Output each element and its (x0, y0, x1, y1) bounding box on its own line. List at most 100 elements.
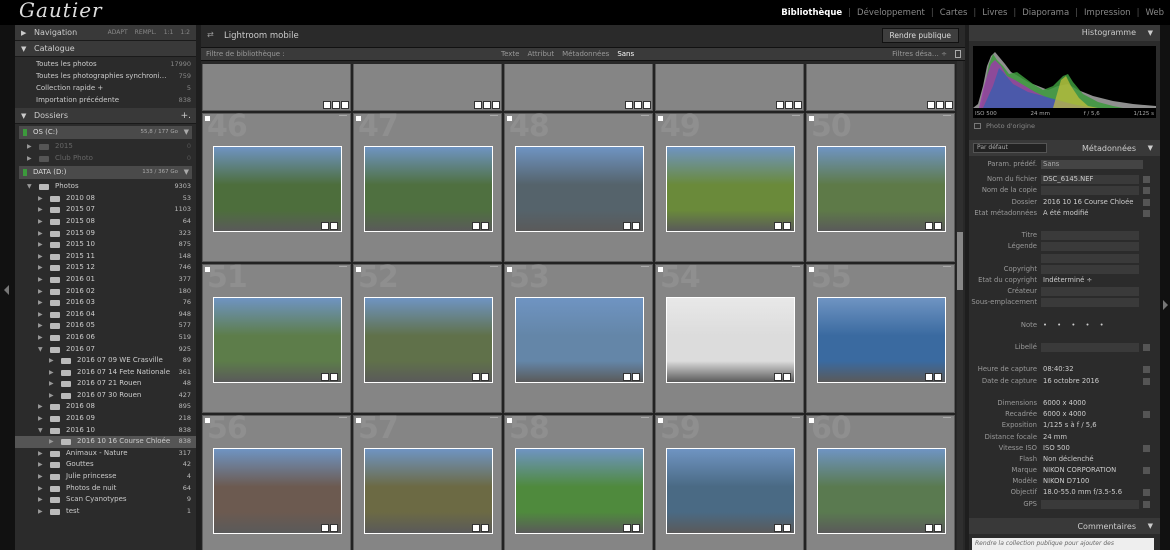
chevron-down-icon[interactable]: ▼ (27, 181, 32, 193)
thumbnail-cell[interactable]: 47 (353, 109, 502, 262)
folder-item[interactable]: ▼ Photos 9303 (15, 181, 196, 193)
right-edge-toggle[interactable] (1160, 25, 1170, 550)
module-tab[interactable]: Développement (857, 8, 925, 18)
photo-thumbnail[interactable] (817, 146, 946, 232)
chevron-right-icon[interactable]: ▶ (38, 448, 43, 460)
field-input[interactable] (1041, 253, 1139, 263)
chevron-right-icon[interactable]: ▶ (49, 436, 54, 448)
chevron-right-icon[interactable]: ▶ (38, 320, 43, 332)
chevron-right-icon[interactable]: ▶ (38, 459, 43, 471)
folder-item[interactable]: ▶ 2015 10 875 (15, 239, 196, 251)
thumbnail-cell[interactable] (504, 64, 653, 111)
rotate-icon[interactable] (792, 115, 800, 119)
flag-checkbox[interactable] (205, 267, 210, 272)
rotate-icon[interactable] (339, 266, 347, 270)
lock-icon[interactable] (955, 50, 961, 58)
field-input[interactable] (1041, 242, 1139, 252)
left-edge-toggle[interactable] (0, 25, 15, 550)
thumbnail-cell[interactable]: 58 (504, 411, 653, 550)
folder-item[interactable]: ▶ 2015 0 (15, 141, 196, 153)
thumbnail-cell[interactable]: 60 (806, 411, 955, 550)
field-action-icon[interactable] (1143, 176, 1150, 184)
thumbnail-cell[interactable] (655, 64, 804, 111)
photo-thumbnail[interactable] (515, 146, 644, 232)
chevron-right-icon[interactable]: ▶ (38, 332, 43, 344)
rotate-icon[interactable] (339, 115, 347, 119)
field-action-icon[interactable] (1143, 187, 1150, 195)
folder-item[interactable]: ▶ 2016 03 76 (15, 297, 196, 309)
rotate-icon[interactable] (490, 417, 498, 421)
catalog-item[interactable]: Collection rapide + 5 (15, 82, 196, 94)
folders-header[interactable]: ▼ Dossiers +. (15, 108, 196, 124)
folder-item[interactable]: ▶ 2010 08 53 (15, 193, 196, 205)
grid-scrollbar[interactable] (957, 61, 963, 550)
folder-item[interactable]: ▶ Animaux - Nature 317 (15, 448, 196, 460)
folder-item[interactable]: ▶ 2016 07 21 Rouen 48 (15, 378, 196, 390)
filter-presets[interactable]: Filtres désa… ÷ (892, 48, 947, 60)
chevron-right-icon[interactable]: ▶ (38, 413, 43, 425)
field-action-icon[interactable] (1143, 377, 1150, 385)
thumbnail-cell[interactable]: 55 (806, 260, 955, 413)
photo-thumbnail[interactable] (364, 146, 493, 232)
rotate-icon[interactable] (792, 266, 800, 270)
thumbnail-cell[interactable]: 51 (202, 260, 351, 413)
field-action-icon[interactable] (1143, 366, 1150, 374)
photo-thumbnail[interactable] (364, 297, 493, 383)
module-tab[interactable]: Web (1145, 8, 1164, 18)
folder-item[interactable]: ▶ 2016 04 948 (15, 309, 196, 321)
field-action-icon[interactable] (1143, 198, 1150, 206)
field-action-icon[interactable] (1143, 489, 1150, 497)
filter-tab[interactable]: Attribut (527, 50, 554, 58)
thumbnail-cell[interactable]: 56 (202, 411, 351, 550)
folder-item[interactable]: ▶ 2016 02 180 (15, 286, 196, 298)
thumbnail-cell[interactable]: 48 (504, 109, 653, 262)
navigator-header[interactable]: ▶ Navigation ADAPT REMPL. 1:1 1:2 (15, 25, 196, 41)
photo-thumbnail[interactable] (213, 297, 342, 383)
chevron-right-icon[interactable]: ▶ (49, 390, 54, 402)
zoom-option[interactable]: 1:1 (164, 29, 174, 36)
flag-checkbox[interactable] (658, 267, 663, 272)
zoom-option[interactable]: 1:2 (180, 29, 190, 36)
zoom-option[interactable]: ADAPT (108, 29, 128, 36)
field-input[interactable] (1041, 186, 1139, 196)
folder-item[interactable]: ▶ 2016 07 14 Fete Nationale 361 (15, 367, 196, 379)
rating-stars[interactable]: • • • • • (1043, 320, 1108, 331)
chevron-right-icon[interactable]: ▶ (38, 309, 43, 321)
rotate-icon[interactable] (641, 115, 649, 119)
chevron-right-icon[interactable]: ▶ (38, 239, 43, 251)
thumbnail-cell[interactable]: 49 (655, 109, 804, 262)
rotate-icon[interactable] (339, 417, 347, 421)
thumbnail-cell[interactable]: 52 (353, 260, 502, 413)
flag-checkbox[interactable] (809, 418, 814, 423)
field-action-icon[interactable] (1143, 344, 1150, 351)
comments-header[interactable]: Commentaires ▼ (969, 518, 1160, 534)
thumbnail-cell[interactable] (806, 64, 955, 111)
folder-item[interactable]: ▶ 2015 11 148 (15, 251, 196, 263)
chevron-right-icon[interactable]: ▶ (27, 141, 32, 153)
flag-checkbox[interactable] (658, 418, 663, 423)
rotate-icon[interactable] (490, 115, 498, 119)
metadata-header[interactable]: Par défaut Métadonnées ▼ (969, 140, 1160, 156)
chevron-right-icon[interactable]: ▶ (38, 204, 43, 216)
folder-item[interactable]: ▶ Scan Cyanotypes 9 (15, 494, 196, 506)
chevron-right-icon[interactable]: ▶ (38, 483, 43, 495)
flag-checkbox[interactable] (356, 418, 361, 423)
thumbnail-cell[interactable]: 50 (806, 109, 955, 262)
photo-thumbnail[interactable] (817, 297, 946, 383)
comments-input[interactable]: Rendre la collection publique pour ajout… (972, 538, 1154, 550)
chevron-right-icon[interactable]: ▶ (38, 262, 43, 274)
field-input[interactable] (1041, 231, 1139, 241)
chevron-down-icon[interactable]: ▼ (38, 425, 43, 437)
flag-checkbox[interactable] (205, 418, 210, 423)
flag-checkbox[interactable] (507, 418, 512, 423)
chevron-right-icon[interactable]: ▶ (38, 274, 43, 286)
thumbnail-cell[interactable]: 53 (504, 260, 653, 413)
chevron-right-icon[interactable]: ▶ (38, 471, 43, 483)
histogram-header[interactable]: Histogramme ▼ (969, 25, 1160, 41)
field-input[interactable] (1041, 499, 1139, 509)
scrollbar-thumb[interactable] (957, 232, 963, 290)
folder-item[interactable]: ▶ 2015 08 64 (15, 216, 196, 228)
folder-item[interactable]: ▶ 2015 09 323 (15, 228, 196, 240)
catalog-header[interactable]: ▼ Catalogue (15, 41, 196, 57)
rotate-icon[interactable] (943, 115, 951, 119)
